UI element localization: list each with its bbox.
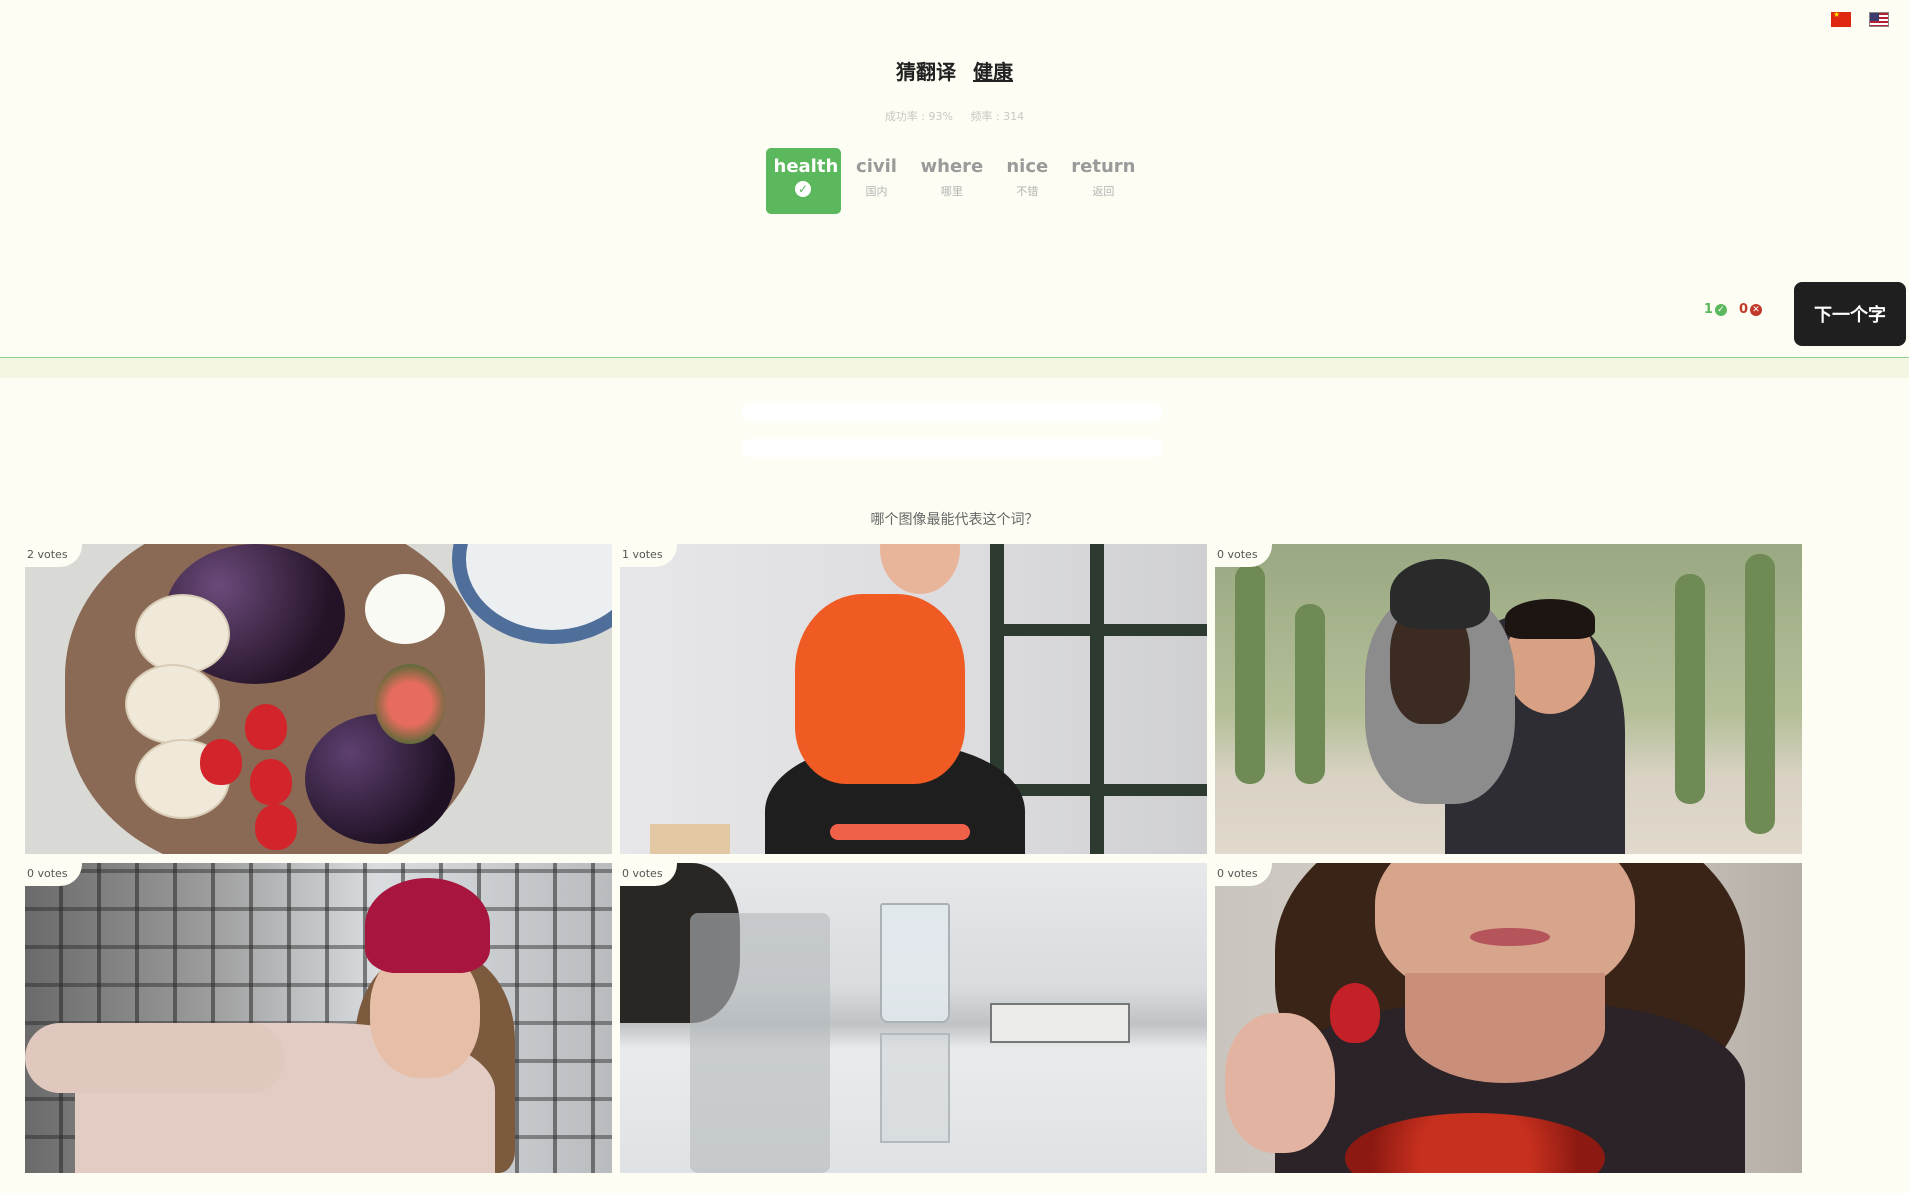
food-platter-image [25,544,612,854]
correct-count: 1 ✓ [1704,302,1727,317]
wrong-count: 0 ✕ [1739,302,1762,317]
check-circle-icon: ✓ [1714,303,1727,316]
image-option-beanie[interactable]: 0 votes [25,863,612,1173]
image-grid: 2 votes 1 votes 0 votes 0 votes 0 votes … [25,544,1802,1173]
wrong-count-value: 0 [1738,302,1748,317]
option-label: health [773,156,839,177]
question-text: 哪个图像最能代表这个词？ [870,512,1039,528]
divider-band [0,358,1909,378]
score-counter: 1 ✓ 0 ✕ [1704,302,1762,317]
page-title: 猜翻译 健康 [0,56,1909,85]
option-label: where [920,156,984,177]
next-word-button[interactable]: 下一个字 [1794,282,1906,346]
option-civil[interactable]: civil 国内 [847,148,907,214]
couple-cactus-image [1215,544,1802,854]
image-option-exercise[interactable]: 1 votes [620,544,1207,854]
woman-strawberry-image [1215,863,1802,1173]
x-circle-icon: ✕ [1750,303,1762,316]
target-word-link[interactable]: 健康 [973,60,1013,84]
option-translation: 不错 [1016,185,1039,198]
loading-placeholder [741,439,1163,457]
option-translation: 哪里 [940,185,963,198]
option-label: return [1071,156,1136,177]
word-stats: 成功率 : 93% 频率 : 314 [0,108,1909,124]
option-return[interactable]: return 返回 [1063,148,1143,214]
correct-count-value: 1 [1703,302,1713,317]
option-translation: 国内 [865,185,888,198]
us-flag-icon[interactable] [1869,12,1889,27]
option-label: civil [856,156,897,177]
language-switcher [1831,10,1889,27]
option-health[interactable]: health ✓ [765,148,841,214]
loading-placeholder [741,403,1163,421]
success-rate: 成功率 : 93% [884,110,953,123]
option-label: nice [1006,156,1049,177]
frequency: 频率 : 314 [970,110,1025,123]
title-prefix: 猜翻译 [896,60,957,84]
answer-options: health ✓ civil 国内 where 哪里 nice 不错 retur… [0,148,1909,214]
woman-beanie-image [25,863,612,1173]
squat-exercise-image [620,544,1207,854]
option-where[interactable]: where 哪里 [913,148,992,214]
image-option-strawberry[interactable]: 0 votes [1215,863,1802,1173]
check-circle-icon: ✓ [795,181,812,197]
image-option-water[interactable]: 0 votes [620,863,1207,1173]
option-translation: 返回 [1092,185,1115,198]
image-option-food[interactable]: 2 votes [25,544,612,854]
cn-flag-icon[interactable] [1831,10,1851,27]
option-nice[interactable]: nice 不错 [997,148,1057,214]
image-option-couple[interactable]: 0 votes [1215,544,1802,854]
water-glass-image [620,863,1207,1173]
